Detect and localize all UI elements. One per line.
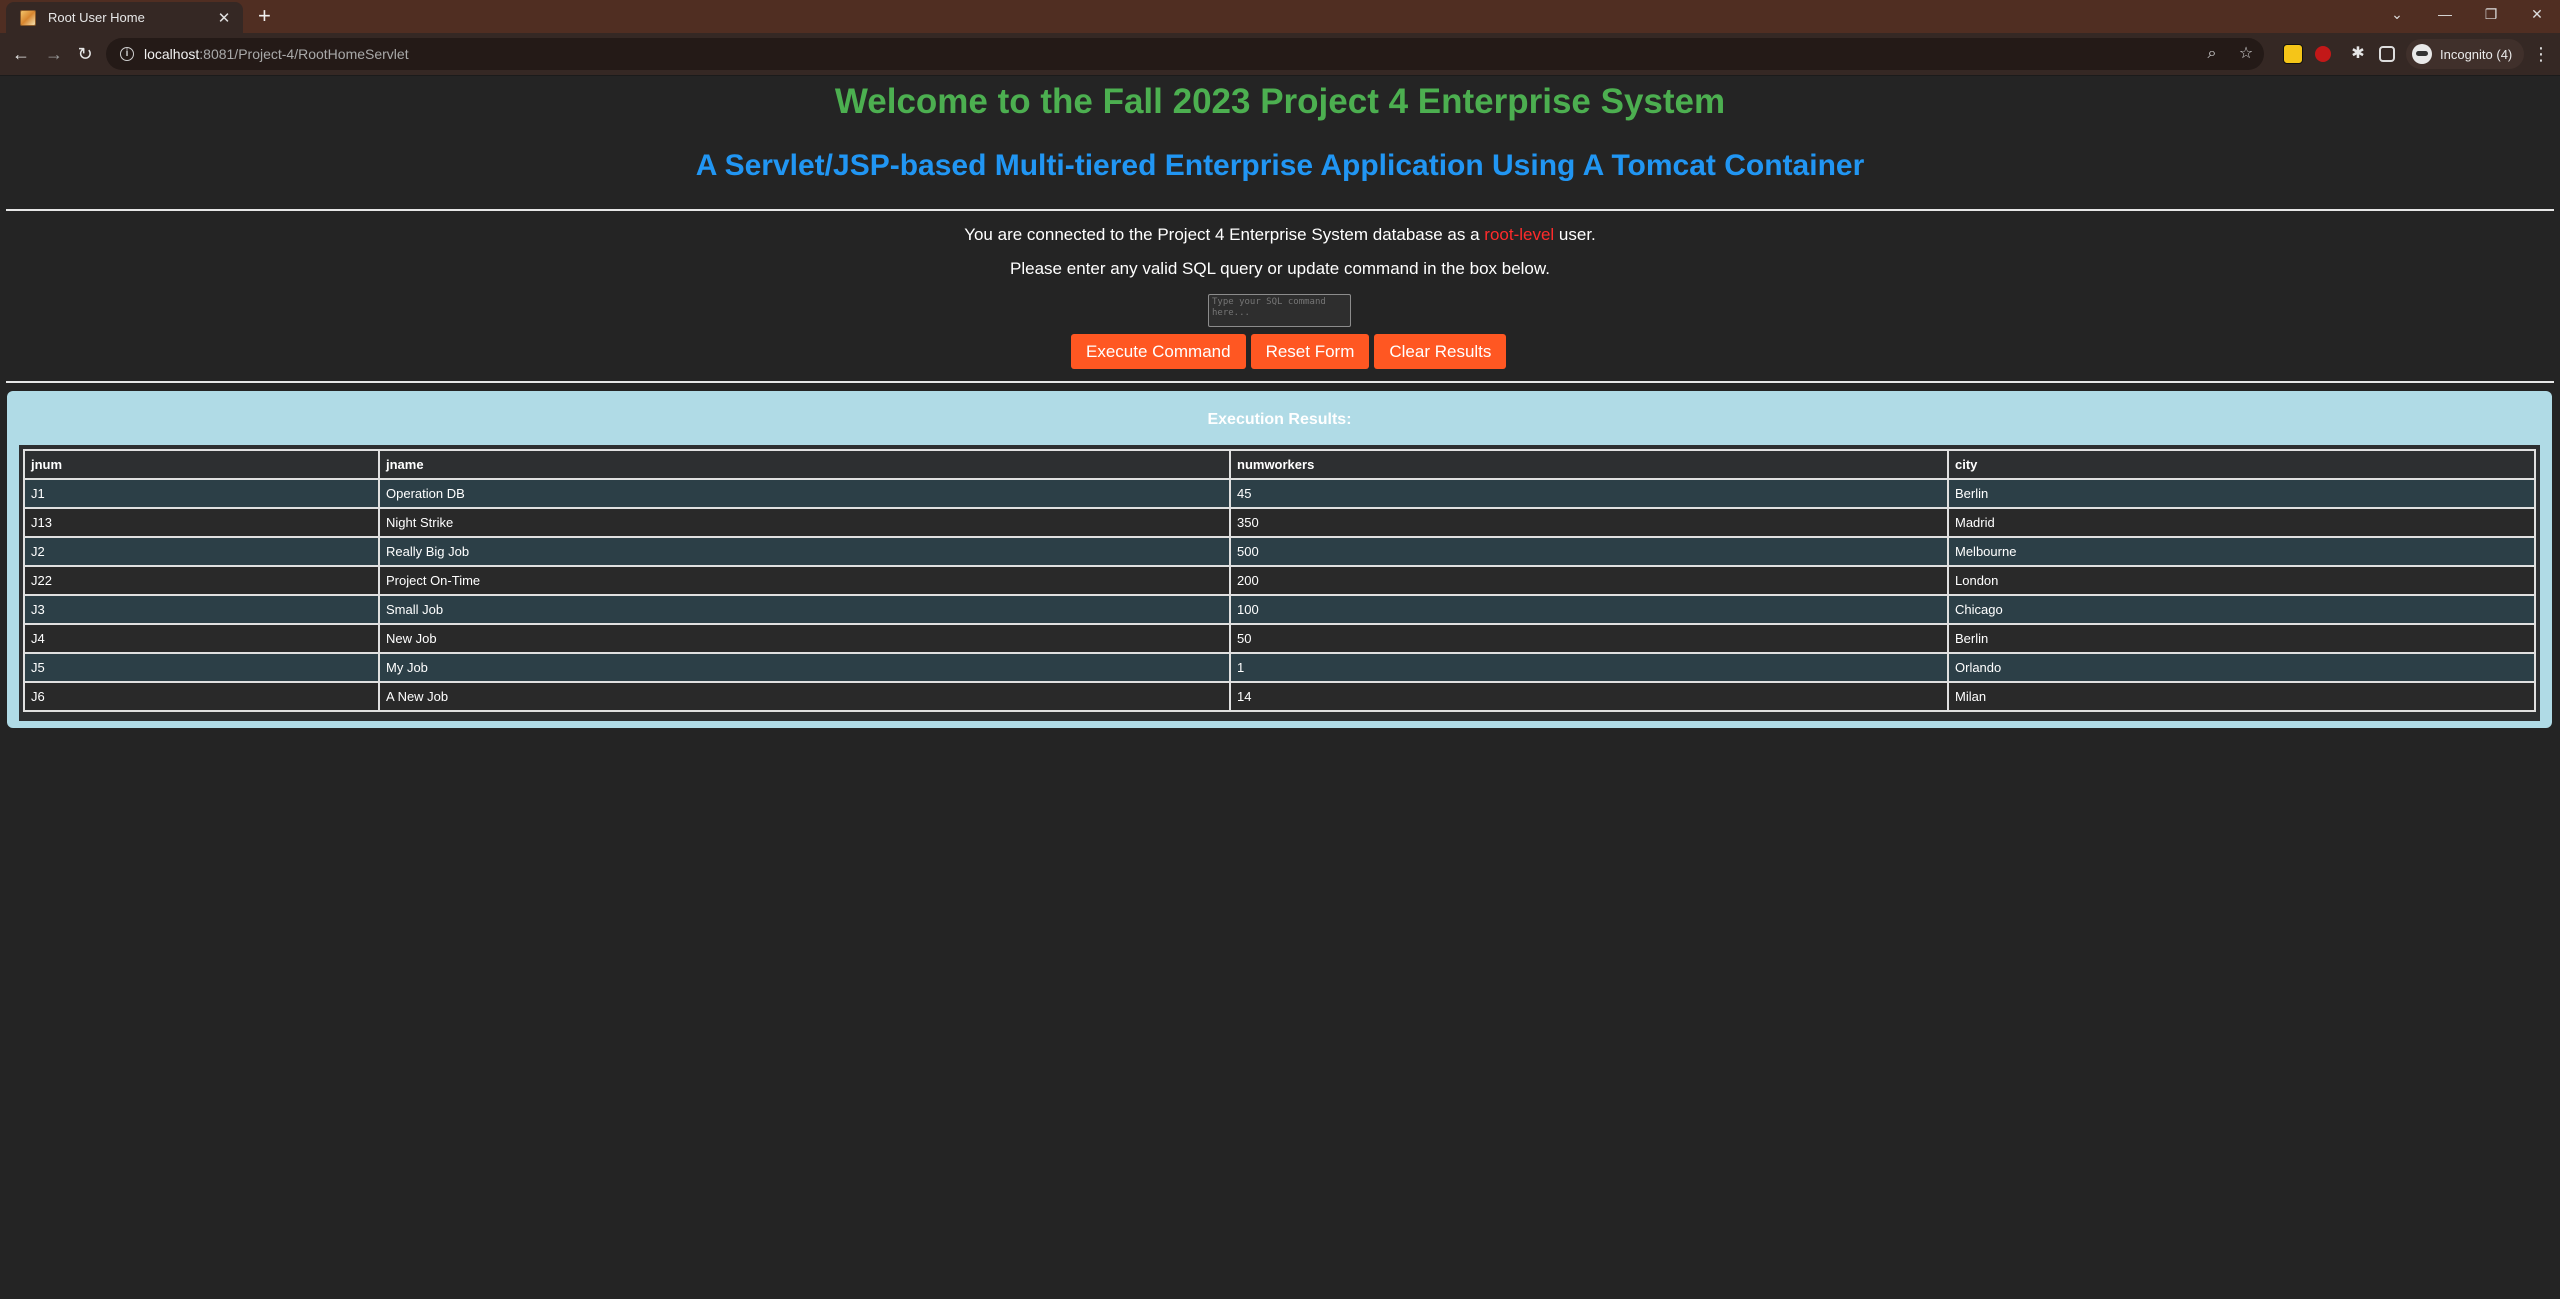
side-panel-icon[interactable]: [2379, 46, 2395, 62]
cell-numworkers: 100: [1229, 594, 1949, 625]
page-title: Welcome to the Fall 2023 Project 4 Enter…: [834, 82, 1726, 121]
divider-top: [6, 209, 2554, 211]
execute-command-button[interactable]: Execute Command: [1071, 334, 1246, 369]
results-title: Execution Results:: [1207, 411, 1352, 428]
cell-numworkers: 45: [1229, 478, 1949, 509]
cell-jname: Small Job: [378, 594, 1231, 625]
table-row: J3 Small Job 100 Chicago: [23, 594, 2536, 625]
table-row: J5 My Job 1 Orlando: [23, 652, 2536, 683]
ublock-icon[interactable]: [2315, 46, 2331, 62]
cell-jnum: J1: [23, 478, 380, 509]
reset-form-button[interactable]: Reset Form: [1250, 334, 1370, 369]
results-panel: Execution Results: jnum jname numworkers…: [7, 391, 2552, 728]
cell-jname: Night Strike: [378, 507, 1231, 538]
browser-toolbar: ← → ↻ i localhost:8081/Project-4/RootHom…: [0, 33, 2560, 76]
zoom-magnifier-icon[interactable]: ⌕: [2202, 43, 2222, 65]
form-buttons: Execute Command Reset Form Clear Results: [1071, 334, 1507, 369]
cell-jname: New Job: [378, 623, 1231, 654]
cell-city: Milan: [1947, 681, 2536, 712]
cell-jnum: J22: [23, 565, 380, 596]
cell-city: Madrid: [1947, 507, 2536, 538]
address-bar[interactable]: i localhost:8081/Project-4/RootHomeServl…: [106, 38, 2264, 70]
cell-numworkers: 1: [1229, 652, 1949, 683]
connection-suffix: user.: [1554, 225, 1596, 244]
site-info-icon[interactable]: i: [120, 47, 134, 61]
column-header: city: [1947, 449, 2536, 480]
results-table-container: jnum jname numworkers city J1 Operation …: [19, 445, 2540, 721]
cell-city: London: [1947, 565, 2536, 596]
incognito-profile-button[interactable]: Incognito (4): [2406, 39, 2525, 69]
tab-search-chevron-icon[interactable]: ⌄: [2374, 2, 2420, 26]
cell-numworkers: 14: [1229, 681, 1949, 712]
url-path: :8081/Project-4/RootHomeServlet: [199, 46, 409, 62]
cell-jname: A New Job: [378, 681, 1231, 712]
table-header-row: jnum jname numworkers city: [23, 449, 2536, 480]
tab-strip: Root User Home ✕ + ⌄ — ❐ ✕: [0, 0, 2560, 33]
page-content: Welcome to the Fall 2023 Project 4 Enter…: [0, 76, 2560, 1299]
connection-prefix: You are connected to the Project 4 Enter…: [964, 225, 1485, 244]
clear-results-button[interactable]: Clear Results: [1374, 334, 1507, 369]
table-row: J1 Operation DB 45 Berlin: [23, 478, 2536, 509]
cell-city: Orlando: [1947, 652, 2536, 683]
cell-city: Berlin: [1947, 478, 2536, 509]
cell-jname: Project On-Time: [378, 565, 1231, 596]
extensions-puzzle-icon[interactable]: ✱: [2347, 42, 2369, 66]
results-table: jnum jname numworkers city J1 Operation …: [23, 449, 2536, 712]
cell-jnum: J2: [23, 536, 380, 567]
reload-icon[interactable]: ↻: [74, 42, 96, 66]
cell-jnum: J6: [23, 681, 380, 712]
cell-jnum: J4: [23, 623, 380, 654]
cell-numworkers: 200: [1229, 565, 1949, 596]
cell-city: Berlin: [1947, 623, 2536, 654]
page-subtitle: A Servlet/JSP-based Multi-tiered Enterpr…: [695, 149, 1865, 182]
divider-bottom: [6, 381, 2554, 383]
table-row: J2 Really Big Job 500 Melbourne: [23, 536, 2536, 567]
cell-jnum: J13: [23, 507, 380, 538]
url-host: localhost: [144, 46, 200, 62]
restore-icon[interactable]: ❐: [2468, 2, 2514, 26]
table-row: J22 Project On-Time 200 London: [23, 565, 2536, 596]
instructions: Please enter any valid SQL query or upda…: [1010, 259, 1550, 278]
close-icon[interactable]: ✕: [215, 9, 233, 27]
column-header: jnum: [23, 449, 380, 480]
user-role: root-level: [1484, 225, 1555, 244]
cell-jname: Operation DB: [378, 478, 1231, 509]
connection-status: You are connected to the Project 4 Enter…: [0, 224, 2560, 246]
column-header: numworkers: [1229, 449, 1949, 480]
column-header: jname: [378, 449, 1231, 480]
minimize-icon[interactable]: —: [2422, 2, 2468, 26]
new-tab-plus-icon[interactable]: +: [258, 4, 271, 28]
extension-icon[interactable]: [2283, 44, 2303, 64]
profile-label: Incognito (4): [2440, 46, 2513, 62]
cell-city: Melbourne: [1947, 536, 2536, 567]
table-row: J4 New Job 50 Berlin: [23, 623, 2536, 654]
incognito-icon: [2412, 44, 2432, 64]
browser-tab[interactable]: Root User Home ✕: [6, 2, 243, 33]
cell-city: Chicago: [1947, 594, 2536, 625]
cell-numworkers: 500: [1229, 536, 1949, 567]
forward-arrow-icon[interactable]: →: [43, 42, 65, 66]
table-row: J6 A New Job 14 Milan: [23, 681, 2536, 712]
table-row: J13 Night Strike 350 Madrid: [23, 507, 2536, 538]
tomcat-favicon-icon: [20, 9, 36, 26]
cell-numworkers: 50: [1229, 623, 1949, 654]
cell-numworkers: 350: [1229, 507, 1949, 538]
more-menu-icon[interactable]: ⋮: [2532, 43, 2550, 65]
cell-jnum: J5: [23, 652, 380, 683]
tab-title: Root User Home: [48, 10, 145, 25]
window-close-icon[interactable]: ✕: [2514, 2, 2560, 26]
back-arrow-icon[interactable]: ←: [10, 42, 32, 66]
bookmark-star-icon[interactable]: ☆: [2236, 43, 2256, 65]
cell-jnum: J3: [23, 594, 380, 625]
cell-jname: Really Big Job: [378, 536, 1231, 567]
sql-command-input[interactable]: [1208, 294, 1351, 327]
cell-jname: My Job: [378, 652, 1231, 683]
